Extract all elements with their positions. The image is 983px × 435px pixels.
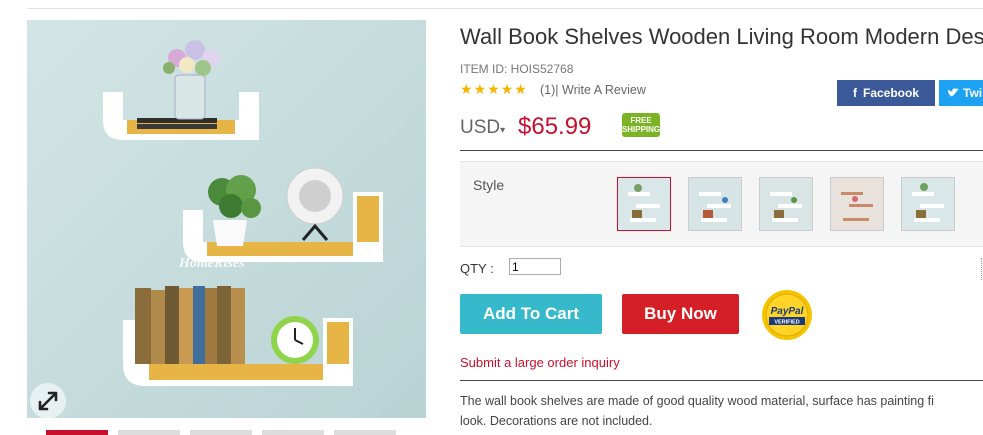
top-divider — [27, 8, 983, 9]
style-option-5[interactable] — [901, 177, 955, 231]
free-shipping-line2: SHIPPING — [621, 125, 661, 134]
star-icon: ★ — [460, 81, 473, 97]
currency-selector[interactable]: USD▾ — [460, 117, 505, 139]
thumbnail-3[interactable] — [190, 430, 252, 435]
watermark: HomeRises — [178, 256, 245, 271]
thumbnail-5[interactable] — [334, 430, 396, 435]
style-thumbnail-image — [831, 178, 883, 230]
twitter-icon — [947, 88, 959, 97]
description-line: look. Decorations are not included. — [460, 414, 653, 428]
star-icon: ★ — [514, 81, 527, 97]
thumbnail-1[interactable] — [46, 430, 108, 435]
paypal-verified-icon: PayPal VERIFIED — [762, 290, 812, 340]
style-thumbnail-image — [689, 178, 741, 230]
paypal-verified-badge: PayPal VERIFIED — [761, 289, 813, 341]
style-option-1[interactable] — [617, 177, 671, 231]
review-line: (1)| Write A Review — [540, 83, 646, 97]
star-icon: ★ — [487, 81, 500, 97]
style-thumbnail-image — [902, 178, 954, 230]
free-shipping-badge: FREE SHIPPING — [622, 113, 660, 137]
thumbnail-4[interactable] — [262, 430, 324, 435]
divider — [460, 380, 983, 381]
currency-code: USD — [460, 117, 501, 138]
product-title: Wall Book Shelves Wooden Living Room Mod… — [460, 24, 983, 49]
twitter-share-button[interactable]: Twi — [939, 80, 983, 106]
style-option-3[interactable] — [759, 177, 813, 231]
paypal-text: PayPal — [771, 306, 804, 317]
review-count[interactable]: (1)| — [540, 83, 559, 97]
facebook-share-button[interactable]: f Facebook — [837, 80, 935, 106]
rating-stars: ★ ★ ★ ★ ★ — [460, 82, 527, 96]
expand-image-button[interactable] — [30, 383, 66, 419]
add-to-cart-button[interactable]: Add To Cart — [460, 294, 602, 334]
style-option-4[interactable] — [830, 177, 884, 231]
product-description: The wall book shelves are made of good q… — [460, 391, 983, 431]
qty-label: QTY : — [460, 261, 494, 276]
qty-input[interactable] — [509, 258, 561, 275]
divider — [460, 150, 983, 151]
buy-now-button[interactable]: Buy Now — [622, 294, 739, 334]
verified-text: VERIFIED — [774, 320, 799, 326]
style-thumbnail-image — [760, 178, 812, 230]
free-shipping-line1: FREE — [630, 116, 652, 125]
caret-down-icon: ▾ — [500, 125, 506, 136]
thumbnail-2[interactable] — [118, 430, 180, 435]
style-label: Style — [473, 177, 505, 193]
item-id: ITEM ID: HOIS52768 — [460, 62, 574, 76]
description-line: The wall book shelves are made of good q… — [460, 394, 934, 408]
twitter-label: Twi — [963, 86, 983, 100]
facebook-label: Facebook — [862, 86, 919, 100]
write-review-link[interactable]: Write A Review — [562, 83, 646, 97]
product-photo: HomeRises — [27, 20, 426, 418]
price: $65.99 — [518, 113, 592, 140]
large-order-inquiry-link[interactable]: Submit a large order inquiry — [460, 355, 620, 370]
main-product-image[interactable]: HomeRises — [27, 20, 426, 418]
expand-arrows-icon — [38, 391, 58, 411]
star-icon: ★ — [500, 81, 514, 97]
style-thumbnail-image — [618, 178, 670, 230]
facebook-icon: f — [852, 86, 857, 100]
star-icon: ★ — [473, 81, 487, 97]
style-option-2[interactable] — [688, 177, 742, 231]
